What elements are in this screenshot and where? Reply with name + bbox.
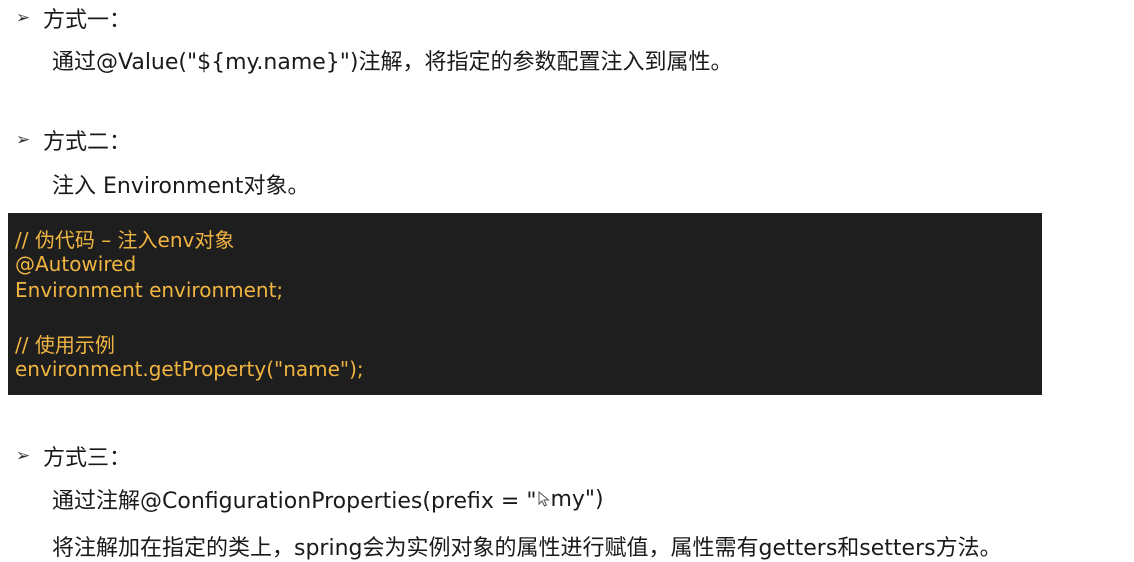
section-1-title: 方式一： bbox=[43, 8, 132, 33]
section-3-heading: ➢ 方式三： bbox=[16, 440, 131, 472]
mouse-cursor-icon bbox=[538, 491, 551, 507]
section-2-text: 注入 Environment对象。 bbox=[52, 174, 310, 199]
section-3-title: 方式三： bbox=[43, 446, 132, 471]
code-call: environment.getProperty("name"); bbox=[15, 357, 364, 381]
code-declaration: Environment environment; bbox=[15, 278, 284, 302]
section-2-title: 方式二： bbox=[43, 130, 132, 155]
arrow-bullet-icon: ➢ bbox=[16, 8, 31, 28]
section-3-text-1-end: my") bbox=[550, 486, 604, 512]
arrow-bullet-icon: ➢ bbox=[16, 130, 31, 150]
section-1-heading: ➢ 方式一： bbox=[16, 2, 131, 34]
section-3-text-1: 通过注解@ConfigurationProperties(prefix = " … bbox=[52, 483, 604, 515]
section-1-text: 通过@Value("${my.name}")注解，将指定的参数配置注入到属性。 bbox=[52, 50, 733, 75]
arrow-bullet-icon: ➢ bbox=[16, 446, 31, 466]
section-3-text-1-start: 通过注解@ConfigurationProperties(prefix = " bbox=[52, 489, 537, 514]
section-3-text-2: 将注解加在指定的类上，spring会为实例对象的属性进行赋值，属性需有gette… bbox=[52, 536, 1002, 561]
code-annotation: @Autowired bbox=[15, 252, 137, 276]
section-2-heading: ➢ 方式二： bbox=[16, 124, 131, 156]
code-comment: // 使用示例 bbox=[15, 332, 115, 357]
code-block: // 伪代码 – 注入env对象 @Autowired Environment … bbox=[8, 213, 1042, 395]
code-comment: // 伪代码 – 注入env对象 bbox=[15, 227, 235, 252]
